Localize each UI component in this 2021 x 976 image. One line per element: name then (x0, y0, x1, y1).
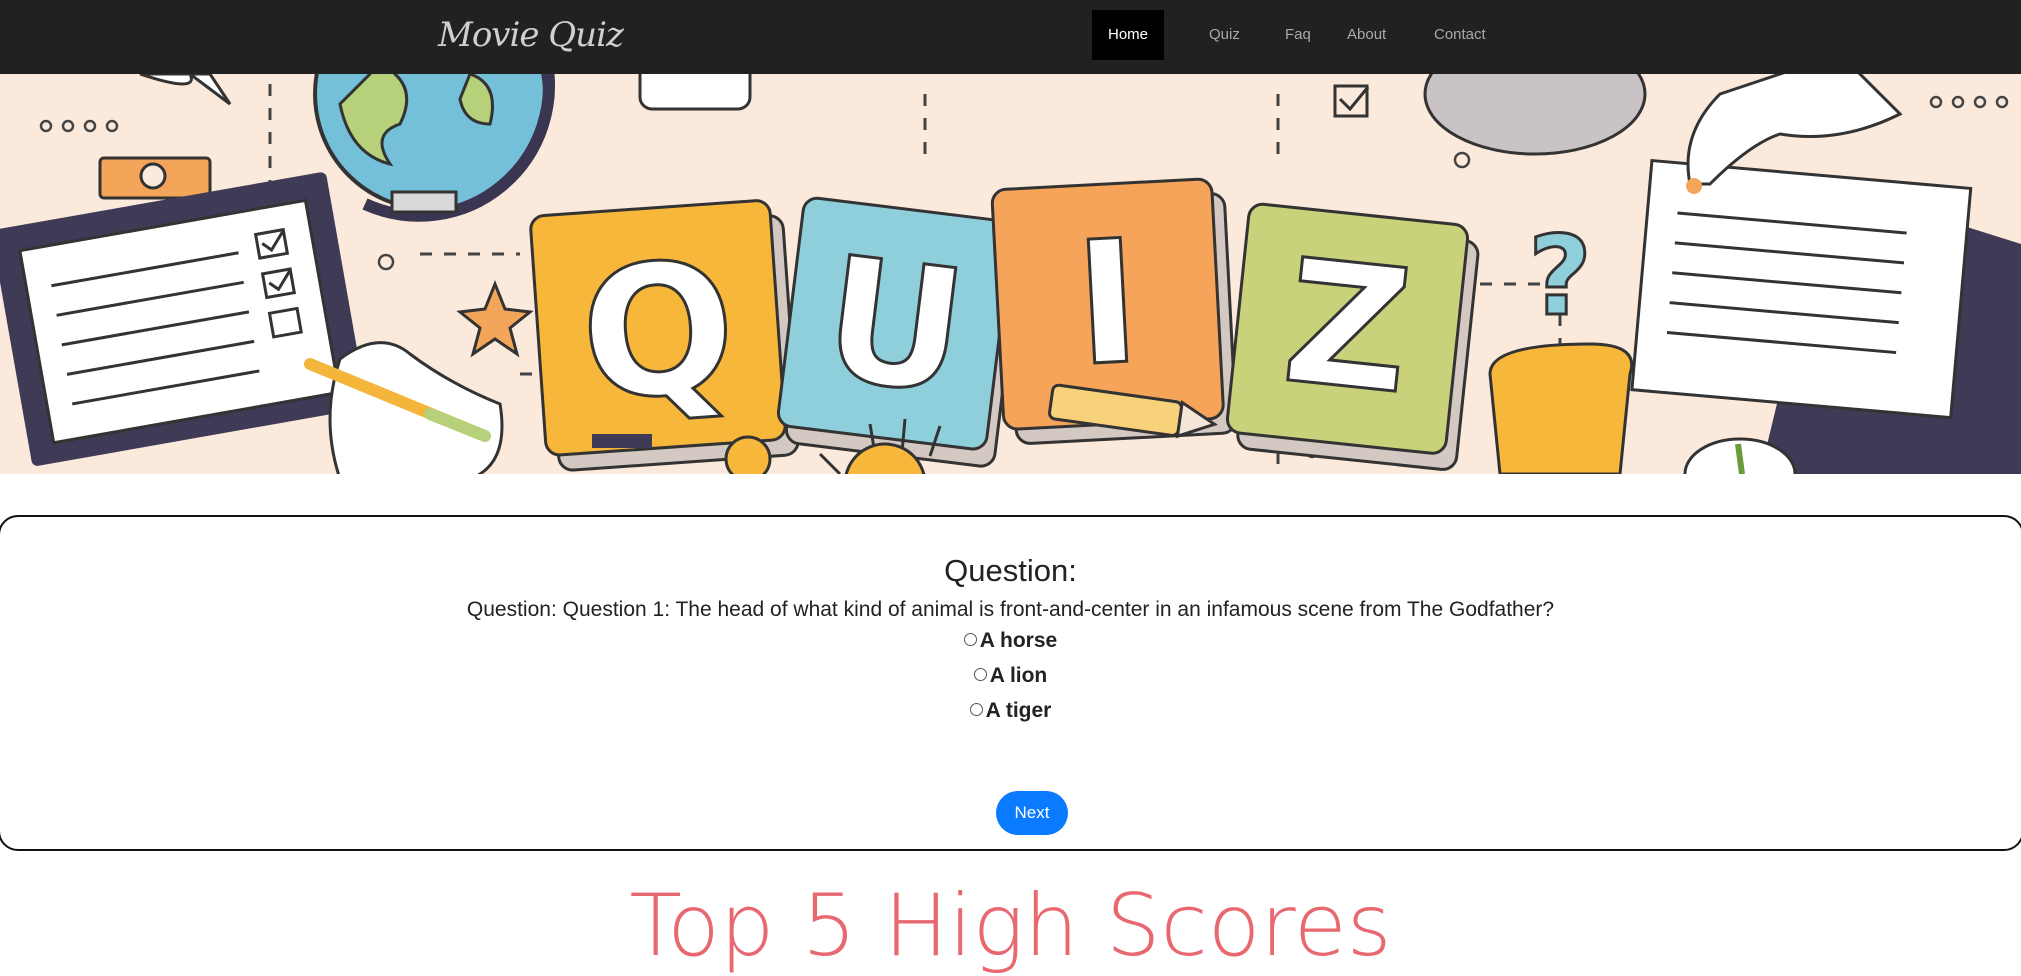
hero-letter-u: U (814, 220, 975, 433)
radio-button[interactable] (973, 667, 987, 681)
radio-button[interactable] (963, 632, 977, 646)
question-text: Question: Question 1: The head of what k… (466, 598, 1555, 621)
nav-contact[interactable]: Contact (1418, 10, 1502, 60)
hero-letter-i: I (1071, 204, 1145, 405)
answer-option-label: A tiger (985, 699, 1052, 722)
nav-quiz[interactable]: Quiz (1193, 10, 1256, 60)
svg-text:?: ? (1528, 212, 1592, 340)
answer-option-label: A lion (989, 664, 1048, 687)
top-navbar: Movie Quiz Home Quiz Faq About Contact (0, 0, 2021, 74)
nav-faq[interactable]: Faq (1269, 10, 1327, 60)
answer-option-horse[interactable]: A horse (0, 629, 2021, 653)
answer-option-tiger[interactable]: A tiger (0, 699, 2021, 723)
question-heading: Question: (944, 553, 1077, 588)
site-logo[interactable]: Movie Quiz (438, 8, 624, 62)
hero-letter-q: Q (575, 223, 742, 442)
radio-button[interactable] (969, 702, 983, 716)
high-scores-title: Top 5 High Scores (629, 876, 1392, 976)
answer-option-label: A horse (979, 629, 1058, 652)
hero-letter-z: Z (1276, 223, 1419, 433)
quiz-illustration: Q U I Z ? (0, 74, 2021, 474)
nav-about[interactable]: About (1331, 10, 1402, 60)
nav-home[interactable]: Home (1092, 10, 1165, 60)
answer-option-lion[interactable]: A lion (0, 664, 2021, 688)
hero-banner: Q U I Z ? (0, 74, 2021, 474)
next-button[interactable]: Next (996, 791, 1068, 835)
